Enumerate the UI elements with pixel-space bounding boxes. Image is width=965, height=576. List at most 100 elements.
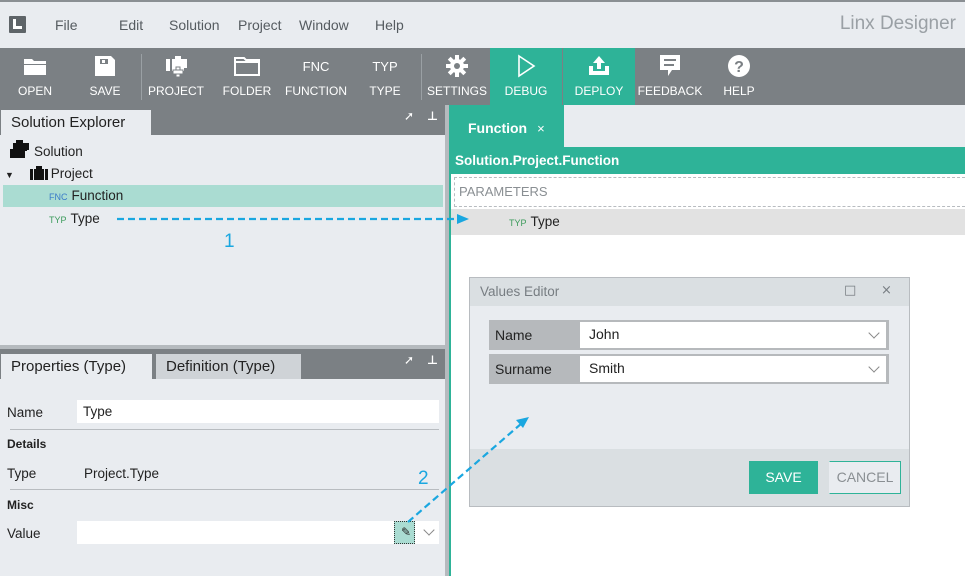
function-label: FUNCTION — [285, 84, 347, 98]
play-icon — [513, 54, 539, 78]
edit-value-button[interactable]: ✎ — [394, 521, 415, 544]
typ-badge: TYP — [509, 218, 527, 228]
value-input[interactable] — [77, 521, 439, 544]
parameter-row[interactable]: TYP Type — [451, 209, 965, 235]
tab-properties[interactable]: Properties (Type) — [1, 354, 152, 379]
dialog-titlebar[interactable]: Values Editor □ × — [470, 278, 909, 306]
save-label: SAVE — [89, 84, 121, 98]
menu-project[interactable]: Project — [238, 17, 282, 33]
properties-panel: Properties (Type) Definition (Type) ➚ ⊥ … — [0, 349, 445, 576]
chevron-down-icon — [423, 524, 435, 536]
project-label: PROJECT — [147, 84, 204, 98]
menu-window[interactable]: Window — [299, 17, 349, 33]
gear-icon — [444, 55, 470, 77]
add-folder-button[interactable]: FOLDER — [218, 48, 276, 105]
menu-file[interactable]: File — [55, 17, 78, 33]
surname-field[interactable]: Smith — [580, 356, 886, 382]
typ-icon: TYP — [372, 58, 398, 74]
field-label: Name — [495, 327, 533, 343]
name-field[interactable]: John — [580, 322, 886, 348]
parameters-header[interactable]: PARAMETERS — [454, 177, 965, 207]
values-editor-dialog: Values Editor □ × Name John Surname Smit… — [469, 277, 910, 507]
solution-explorer-tabstrip: Solution Explorer ➚ ⊥ — [0, 105, 445, 135]
settings-button[interactable]: SETTINGS — [425, 48, 489, 105]
save-button[interactable]: SAVE — [749, 461, 818, 494]
float-panel-icon[interactable]: ➚ — [404, 109, 414, 123]
solution-icon — [10, 140, 30, 165]
chevron-down-icon[interactable] — [868, 327, 880, 339]
debug-button[interactable]: DEBUG — [490, 48, 562, 105]
add-type-button[interactable]: TYP TYPE — [360, 48, 410, 105]
tab-definition[interactable]: Definition (Type) — [156, 354, 301, 379]
tree-label: Solution — [34, 144, 83, 159]
field-row-name: Name John — [489, 320, 889, 350]
value-dropdown-button[interactable] — [419, 521, 439, 544]
settings-label: SETTINGS — [426, 84, 487, 98]
misc-section-header: Misc — [7, 498, 34, 512]
toolbar-separator — [421, 54, 422, 100]
type-value: Project.Type — [84, 466, 160, 481]
divider — [10, 489, 439, 490]
folder-label: FOLDER — [222, 84, 272, 98]
field-value: John — [589, 326, 620, 342]
speech-bubble-icon — [657, 55, 683, 77]
maximize-icon[interactable]: □ — [844, 283, 856, 298]
divider — [10, 429, 439, 430]
help-button[interactable]: ? HELP — [716, 48, 762, 105]
type-label: TYPE — [369, 84, 401, 98]
float-panel-icon[interactable]: ➚ — [404, 353, 414, 367]
editor-tabstrip: Function × — [451, 105, 965, 147]
annotation-step-1: 1 — [224, 231, 235, 252]
folder-icon — [234, 55, 260, 77]
tree-label: Project — [50, 166, 93, 181]
toolbar: OPEN SAVE PROJECT FOLDER FNC FUNCTION TY… — [0, 48, 965, 105]
field-label: Surname — [495, 361, 552, 377]
expand-arrow-icon[interactable]: ▼ — [5, 170, 14, 180]
pin-icon[interactable]: ⊥ — [427, 353, 438, 367]
tab-solution-explorer[interactable]: Solution Explorer — [1, 110, 151, 135]
toolbar-separator — [141, 54, 142, 100]
debug-label: DEBUG — [504, 84, 548, 98]
upload-icon — [586, 55, 612, 77]
pencil-icon: ✎ — [401, 525, 412, 539]
tree-label: Function — [71, 188, 124, 203]
close-tab-icon[interactable]: × — [537, 121, 545, 136]
properties-tabstrip: Properties (Type) Definition (Type) ➚ ⊥ — [0, 349, 445, 379]
type-label: Type — [7, 466, 37, 481]
field-row-surname: Surname Smith — [489, 354, 889, 384]
menu-edit[interactable]: Edit — [119, 17, 143, 33]
details-section-header: Details — [7, 437, 47, 451]
tree-item-project[interactable]: ▼ Project — [5, 163, 440, 185]
dialog-footer: SAVE CANCEL — [470, 449, 909, 506]
close-icon[interactable]: × — [881, 283, 892, 298]
menu-help[interactable]: Help — [375, 17, 404, 33]
solution-explorer-panel: Solution Explorer ➚ ⊥ Solution ▼ Project… — [0, 105, 445, 345]
menu-solution[interactable]: Solution — [169, 17, 220, 33]
folder-open-icon — [22, 55, 48, 77]
floppy-icon — [92, 55, 118, 77]
save-button[interactable]: SAVE — [75, 48, 135, 105]
feedback-button[interactable]: FEEDBACK — [636, 48, 704, 105]
svg-text:?: ? — [734, 59, 744, 76]
add-project-icon — [163, 55, 189, 77]
tab-function[interactable]: Function × — [451, 105, 564, 147]
add-function-button[interactable]: FNC FUNCTION — [282, 48, 350, 105]
chevron-down-icon[interactable] — [868, 361, 880, 373]
deploy-button[interactable]: DEPLOY — [563, 48, 635, 105]
open-button[interactable]: OPEN — [5, 48, 65, 105]
cancel-button[interactable]: CANCEL — [829, 461, 901, 494]
parameter-label: Type — [530, 214, 560, 229]
tree-item-solution[interactable]: Solution — [10, 140, 440, 162]
fnc-badge: FNC — [49, 192, 68, 202]
annotation-step-2: 2 — [418, 468, 429, 489]
name-input[interactable]: Type — [77, 400, 439, 423]
tree-item-type[interactable]: TYP Type — [3, 208, 113, 230]
feedback-label: FEEDBACK — [637, 84, 703, 98]
tree-item-function[interactable]: FNC Function — [3, 185, 443, 207]
field-value: Smith — [589, 360, 625, 376]
linx-logo-icon — [9, 16, 26, 33]
tab-label: Function — [468, 120, 528, 136]
add-project-button[interactable]: PROJECT — [145, 48, 207, 105]
value-label: Value — [7, 526, 41, 541]
pin-icon[interactable]: ⊥ — [427, 109, 438, 123]
